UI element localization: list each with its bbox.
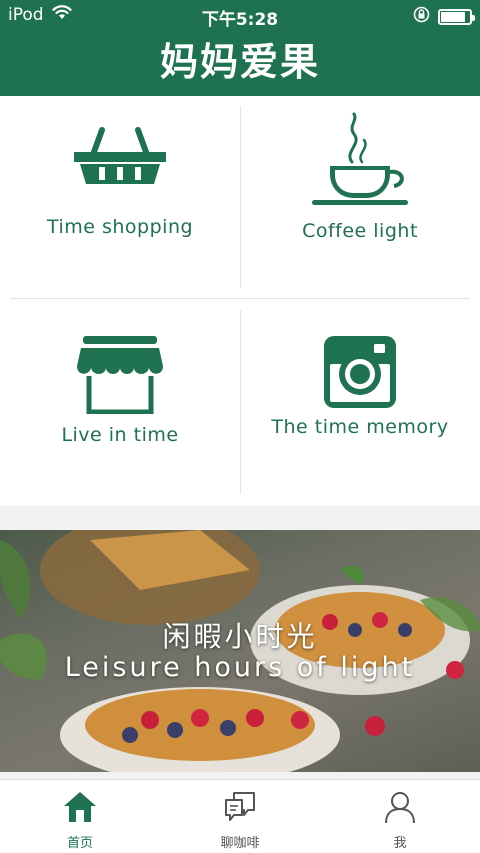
feature-time-shopping[interactable]: Time shopping (0, 126, 240, 238)
app-header: iPod 下午5:28 妈妈爱果 (0, 0, 480, 96)
promo-banner[interactable]: 闲暇小时光 Leisure hours of light (0, 530, 480, 772)
coffee-cup-icon (308, 112, 412, 214)
tab-bar: 首页 聊咖啡 我 (0, 779, 480, 853)
person-icon (382, 790, 418, 828)
section-spacer (0, 506, 480, 530)
status-right (413, 6, 475, 27)
feature-label: The time memory (271, 416, 449, 438)
banner-title: 闲暇小时光 (162, 620, 318, 653)
home-icon (62, 790, 98, 828)
tab-label: 首页 (66, 836, 93, 851)
app-title: 妈妈爱果 (159, 40, 320, 84)
camera-icon (324, 336, 396, 412)
tab-home[interactable]: 首页 (0, 780, 160, 853)
storefront-icon (75, 336, 165, 418)
chat-bubbles-icon (222, 790, 258, 828)
feature-label: Live in time (61, 424, 179, 446)
feature-time-memory[interactable]: The time memory (240, 336, 480, 438)
battery-level (441, 11, 465, 22)
status-time: 下午5:28 (201, 10, 279, 30)
status-bar: iPod 下午5:28 (0, 0, 480, 30)
basket-icon (72, 126, 168, 190)
tab-label: 聊咖啡 (220, 836, 260, 851)
feature-coffee-light[interactable]: Coffee light (240, 112, 480, 242)
orientation-lock-icon (413, 6, 430, 27)
battery-icon (438, 8, 475, 25)
tab-chat-coffee[interactable]: 聊咖啡 (160, 780, 320, 853)
tab-label: 我 (393, 836, 407, 851)
feature-label: Time shopping (46, 216, 194, 238)
feature-label: Coffee light (302, 220, 418, 242)
grid-divider-horizontal (10, 298, 470, 299)
tab-me[interactable]: 我 (320, 780, 480, 853)
banner-subtitle: Leisure hours of light (64, 652, 416, 683)
feature-live-in-time[interactable]: Live in time (0, 336, 240, 446)
feature-grid: Time shopping Coffee light Live in time (0, 96, 480, 506)
